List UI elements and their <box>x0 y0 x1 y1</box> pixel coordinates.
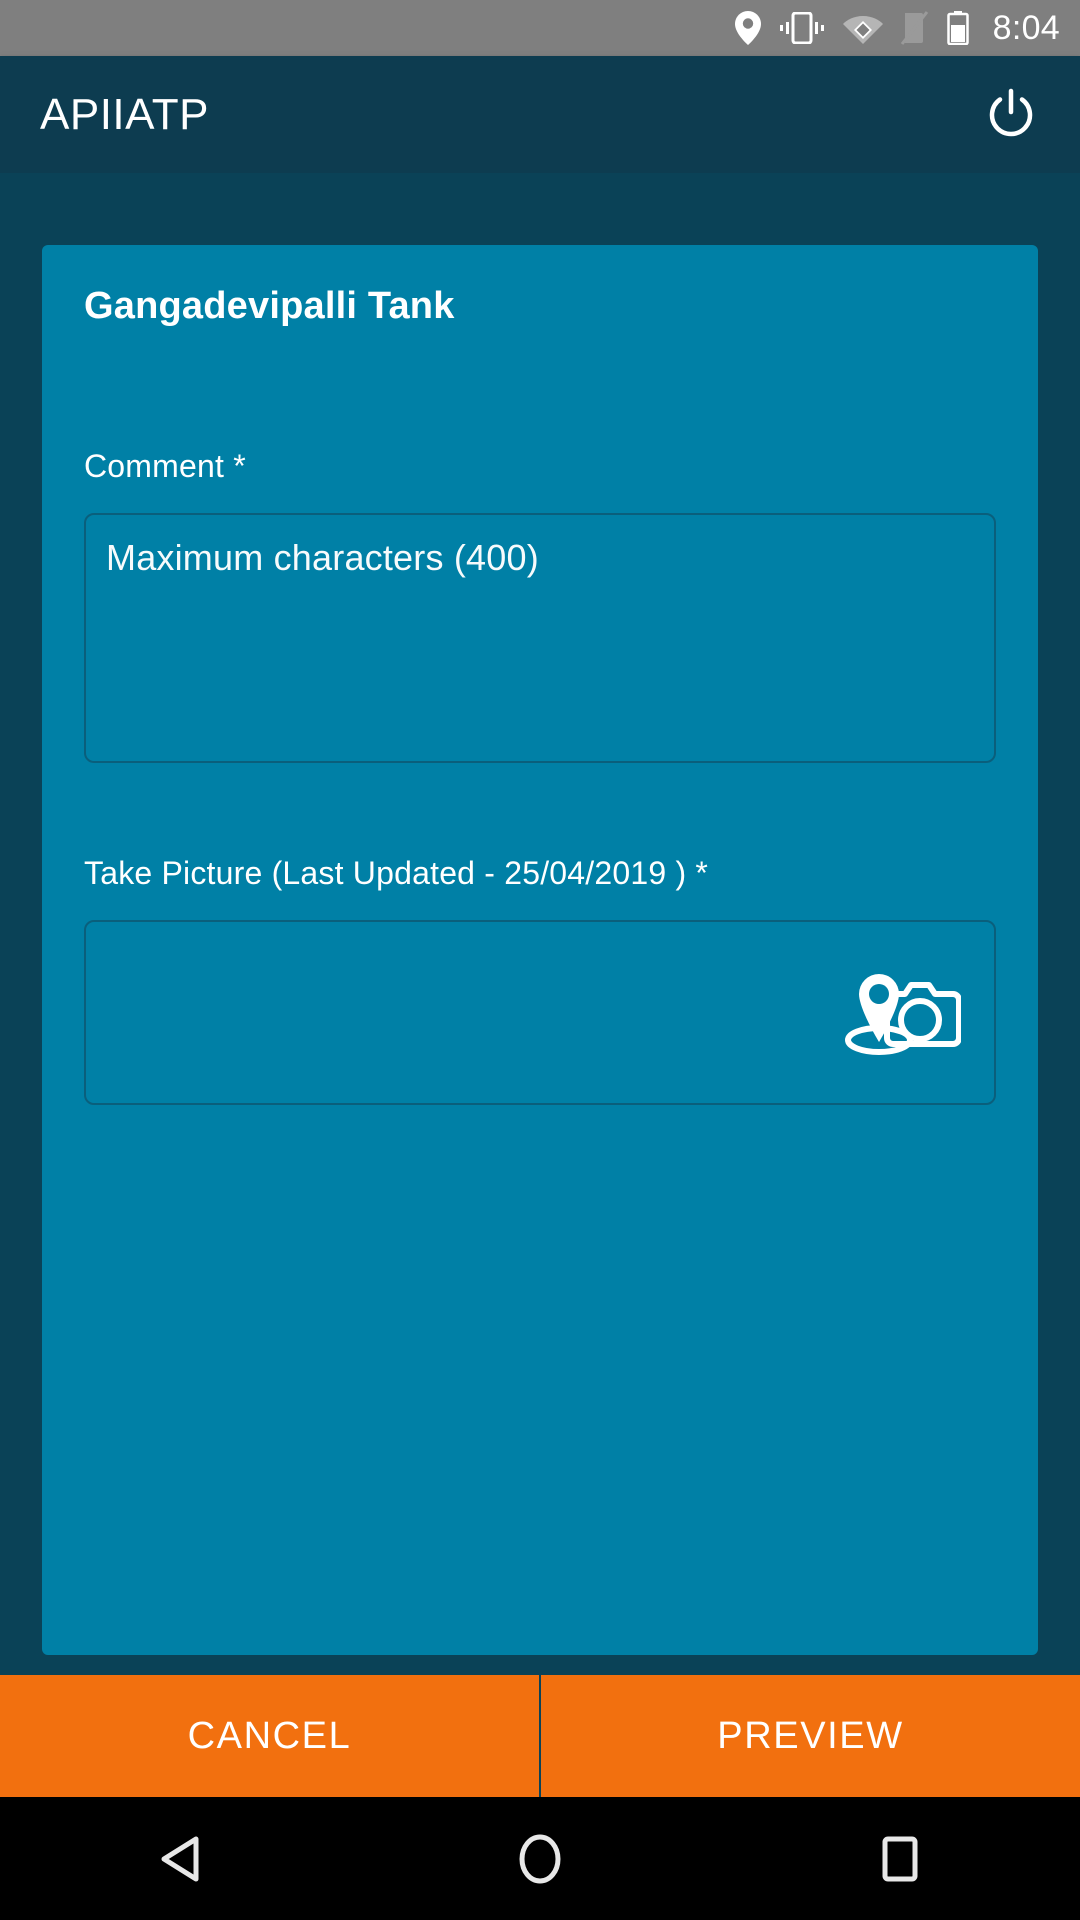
take-picture-input[interactable] <box>84 920 996 1105</box>
location-pin-icon <box>734 0 761 56</box>
take-picture-field-group: Take Picture (Last Updated - 25/04/2019 … <box>84 855 996 1105</box>
cancel-button[interactable]: CANCEL <box>0 1675 539 1797</box>
form-card: Gangadevipalli Tank Comment * Maximum ch… <box>42 245 1038 1655</box>
vibrate-icon <box>779 0 825 56</box>
power-icon[interactable] <box>976 80 1046 150</box>
comment-placeholder: Maximum characters (400) <box>106 537 539 578</box>
battery-icon <box>946 0 969 56</box>
comment-field-group: Comment * Maximum characters (400) <box>84 448 996 763</box>
android-nav-bar <box>0 1797 1080 1920</box>
geo-camera-icon[interactable] <box>842 967 962 1059</box>
content-area: Gangadevipalli Tank Comment * Maximum ch… <box>0 173 1080 1675</box>
signal-off-icon <box>900 0 929 56</box>
app-title: APIIATP <box>40 89 209 139</box>
status-bar: 8:04 <box>0 0 1080 56</box>
comment-input[interactable]: Maximum characters (400) <box>84 513 996 763</box>
comment-label: Comment * <box>84 448 246 484</box>
card-title: Gangadevipalli Tank <box>84 285 455 327</box>
take-picture-label: Take Picture (Last Updated - 25/04/2019 … <box>84 855 709 891</box>
app-bar: APIIATP <box>0 56 1080 173</box>
recents-square-icon[interactable] <box>840 1797 960 1920</box>
action-bar: CANCEL PREVIEW <box>0 1675 1080 1797</box>
wifi-icon <box>842 0 883 56</box>
back-triangle-icon[interactable] <box>120 1797 240 1920</box>
status-bar-clock: 8:04 <box>992 8 1060 47</box>
home-circle-icon[interactable] <box>480 1797 600 1920</box>
preview-button[interactable]: PREVIEW <box>541 1675 1080 1797</box>
phone-screen: 8:04 APIIATP Gangadevipalli Tank Comment… <box>0 0 1080 1920</box>
